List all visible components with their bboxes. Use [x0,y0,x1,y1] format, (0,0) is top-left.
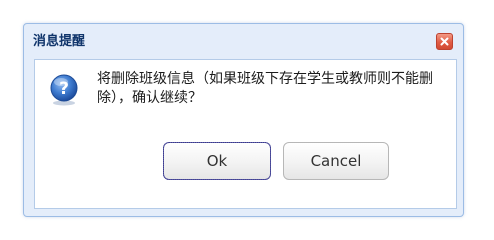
dialog-body: ? 将删除班级信息（如果班级下存在学生或教师则不能删除），确认继续？ Ok Ca… [34,59,457,209]
close-icon [440,37,449,46]
dialog-title: 消息提醒 [33,33,86,49]
dialog-titlebar[interactable]: 消息提醒 [24,24,463,58]
svg-text:?: ? [59,79,69,99]
message-dialog: 消息提醒 ? 将删除班级信息（如果班级下存在学生或教师则不能删除），确认继续？ … [23,23,464,217]
close-button[interactable] [436,33,453,50]
question-icon: ? [48,74,80,106]
ok-button[interactable]: Ok [163,142,271,180]
dialog-message: 将删除班级信息（如果班级下存在学生或教师则不能删除），确认继续？ [97,71,433,106]
cancel-button[interactable]: Cancel [283,142,389,180]
